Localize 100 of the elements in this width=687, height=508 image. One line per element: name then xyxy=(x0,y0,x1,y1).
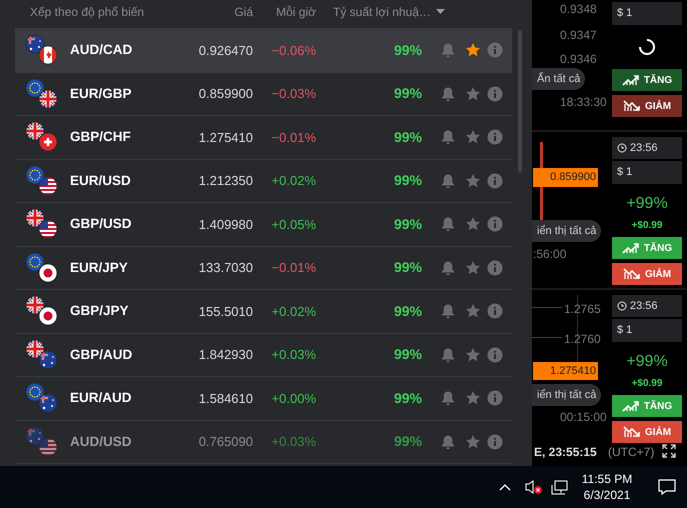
toggle-pill[interactable]: iển thị tất cả xyxy=(532,384,602,406)
server-time: E, 23:55:15 xyxy=(534,444,597,461)
axis-label: 0.9348 xyxy=(560,1,597,18)
asset-row[interactable]: AUD/USD 0.765090 +0.03% 99% xyxy=(15,420,512,464)
change-text: +0.02% xyxy=(270,172,316,190)
column-header[interactable]: Giá xyxy=(200,3,253,21)
expiry-field[interactable]: 23:56 xyxy=(612,295,682,317)
rising-chart-icon xyxy=(622,74,640,86)
taskbar-time[interactable]: 11:55 PM xyxy=(582,471,632,487)
asset-row[interactable]: EUR/GBP 0.859900 −0.03% 99% xyxy=(15,72,512,116)
toggle-pill[interactable]: iển thị tất cả xyxy=(532,220,602,242)
star-icon[interactable] xyxy=(465,303,481,320)
timezone-label: (UTC+7) xyxy=(608,444,654,461)
star-icon[interactable] xyxy=(465,346,481,363)
bell-icon[interactable] xyxy=(440,346,456,363)
bell-icon[interactable] xyxy=(440,129,456,146)
payout-text: +99% xyxy=(625,194,669,214)
asset-name: AUD/USD xyxy=(70,432,133,451)
bell-icon[interactable] xyxy=(440,434,456,450)
price-text: 0.926470 xyxy=(198,42,253,60)
star-icon[interactable] xyxy=(465,216,481,232)
amount-field[interactable]: $ 1 xyxy=(612,161,682,184)
info-icon[interactable] xyxy=(487,42,503,58)
bell-icon[interactable] xyxy=(440,303,456,320)
bell-icon[interactable] xyxy=(440,42,456,58)
star-icon[interactable] xyxy=(465,129,481,146)
axis-label: 0.9347 xyxy=(560,27,597,44)
falling-chart-icon xyxy=(622,100,641,112)
column-header[interactable]: Mỗi giờ xyxy=(253,3,316,21)
profit-text: 99% xyxy=(392,345,422,364)
star-icon[interactable] xyxy=(465,86,481,102)
profit-text: 99% xyxy=(392,432,422,452)
price-text: 0.765090 xyxy=(198,433,253,451)
asset-name: AUD/CAD xyxy=(70,41,134,60)
star-icon[interactable] xyxy=(465,42,481,58)
volume-muted-icon[interactable] xyxy=(525,479,543,495)
fall-button[interactable]: GIẢM xyxy=(612,263,682,285)
notification-icon[interactable] xyxy=(658,479,676,495)
bell-icon[interactable] xyxy=(440,172,456,189)
axis-label: 1.2760 xyxy=(564,331,601,348)
asset-name: EUR/USD xyxy=(70,172,132,190)
bell-icon[interactable] xyxy=(440,260,456,276)
change-text: +0.00% xyxy=(270,390,316,408)
info-icon[interactable] xyxy=(487,260,503,276)
profit-amount: +$0.99 xyxy=(630,377,664,391)
info-icon[interactable] xyxy=(487,346,503,363)
star-icon[interactable] xyxy=(465,390,481,406)
sort-caret-icon[interactable] xyxy=(436,9,445,15)
toggle-pill[interactable]: Ẩn tất cả xyxy=(532,68,586,90)
profit-text: 99% xyxy=(392,40,422,60)
info-icon[interactable] xyxy=(487,172,503,189)
info-icon[interactable] xyxy=(487,216,503,232)
falling-chart-icon xyxy=(622,426,641,438)
price-text: 0.859900 xyxy=(198,85,253,103)
axis-label: 1.2765 xyxy=(564,301,601,318)
asset-row[interactable]: GBP/AUD 1.842930 +0.03% 99% xyxy=(15,334,512,377)
star-icon[interactable] xyxy=(465,260,481,276)
time-label: :56:00 xyxy=(533,246,566,263)
star-icon[interactable] xyxy=(465,434,481,450)
star-icon[interactable] xyxy=(465,172,481,189)
rising-chart-icon xyxy=(622,400,640,412)
price-text: 1.212350 xyxy=(198,172,253,190)
change-text: +0.02% xyxy=(270,302,316,320)
asset-name: EUR/GBP xyxy=(70,84,133,103)
bell-icon[interactable] xyxy=(440,86,456,102)
chevron-up-icon[interactable] xyxy=(499,483,511,491)
fall-button[interactable]: GIẢM xyxy=(612,421,682,443)
change-text: +0.03% xyxy=(270,433,316,451)
price-text: 1.409980 xyxy=(198,216,253,234)
info-icon[interactable] xyxy=(487,303,503,320)
asset-row[interactable]: EUR/USD 1.212350 +0.02% 99% xyxy=(15,160,512,203)
profit-text: 99% xyxy=(392,302,422,321)
asset-name: GBP/USD xyxy=(70,215,133,234)
change-text: +0.03% xyxy=(270,346,316,364)
sort-label[interactable]: Xếp theo độ phổ biến xyxy=(30,3,200,21)
amount-field[interactable]: $ 1 xyxy=(612,2,682,25)
rise-button[interactable]: TĂNG xyxy=(612,69,682,91)
info-icon[interactable] xyxy=(487,86,503,102)
info-icon[interactable] xyxy=(487,434,503,450)
price-text: 155.5010 xyxy=(198,302,253,320)
fall-button[interactable]: GIẢM xyxy=(612,95,682,117)
price-tag: 0.859900 xyxy=(533,168,598,187)
asset-row[interactable]: EUR/JPY 133.7030 −0.01% 99% xyxy=(15,246,512,290)
profit-text: 99% xyxy=(392,128,422,147)
expiry-field[interactable]: 23:56 xyxy=(612,137,682,159)
bell-icon[interactable] xyxy=(440,216,456,232)
asset-row[interactable]: AUD/CAD 0.926470 −0.06% 99% xyxy=(15,29,512,72)
profit-text: 99% xyxy=(392,171,422,190)
column-header[interactable]: Tỷ suất lợi nhuậ… xyxy=(333,3,431,21)
amount-field[interactable]: $ 1 xyxy=(612,319,682,342)
change-text: −0.01% xyxy=(270,259,316,277)
info-icon[interactable] xyxy=(487,129,503,146)
bell-icon[interactable] xyxy=(440,390,456,406)
profit-text: 99% xyxy=(392,214,422,234)
info-icon[interactable] xyxy=(487,390,503,406)
change-text: −0.01% xyxy=(270,128,316,146)
payout-text: +99% xyxy=(625,352,669,372)
fullscreen-icon[interactable] xyxy=(662,444,676,458)
taskbar-date[interactable]: 6/3/2021 xyxy=(584,487,630,503)
network-icon[interactable] xyxy=(551,479,569,495)
